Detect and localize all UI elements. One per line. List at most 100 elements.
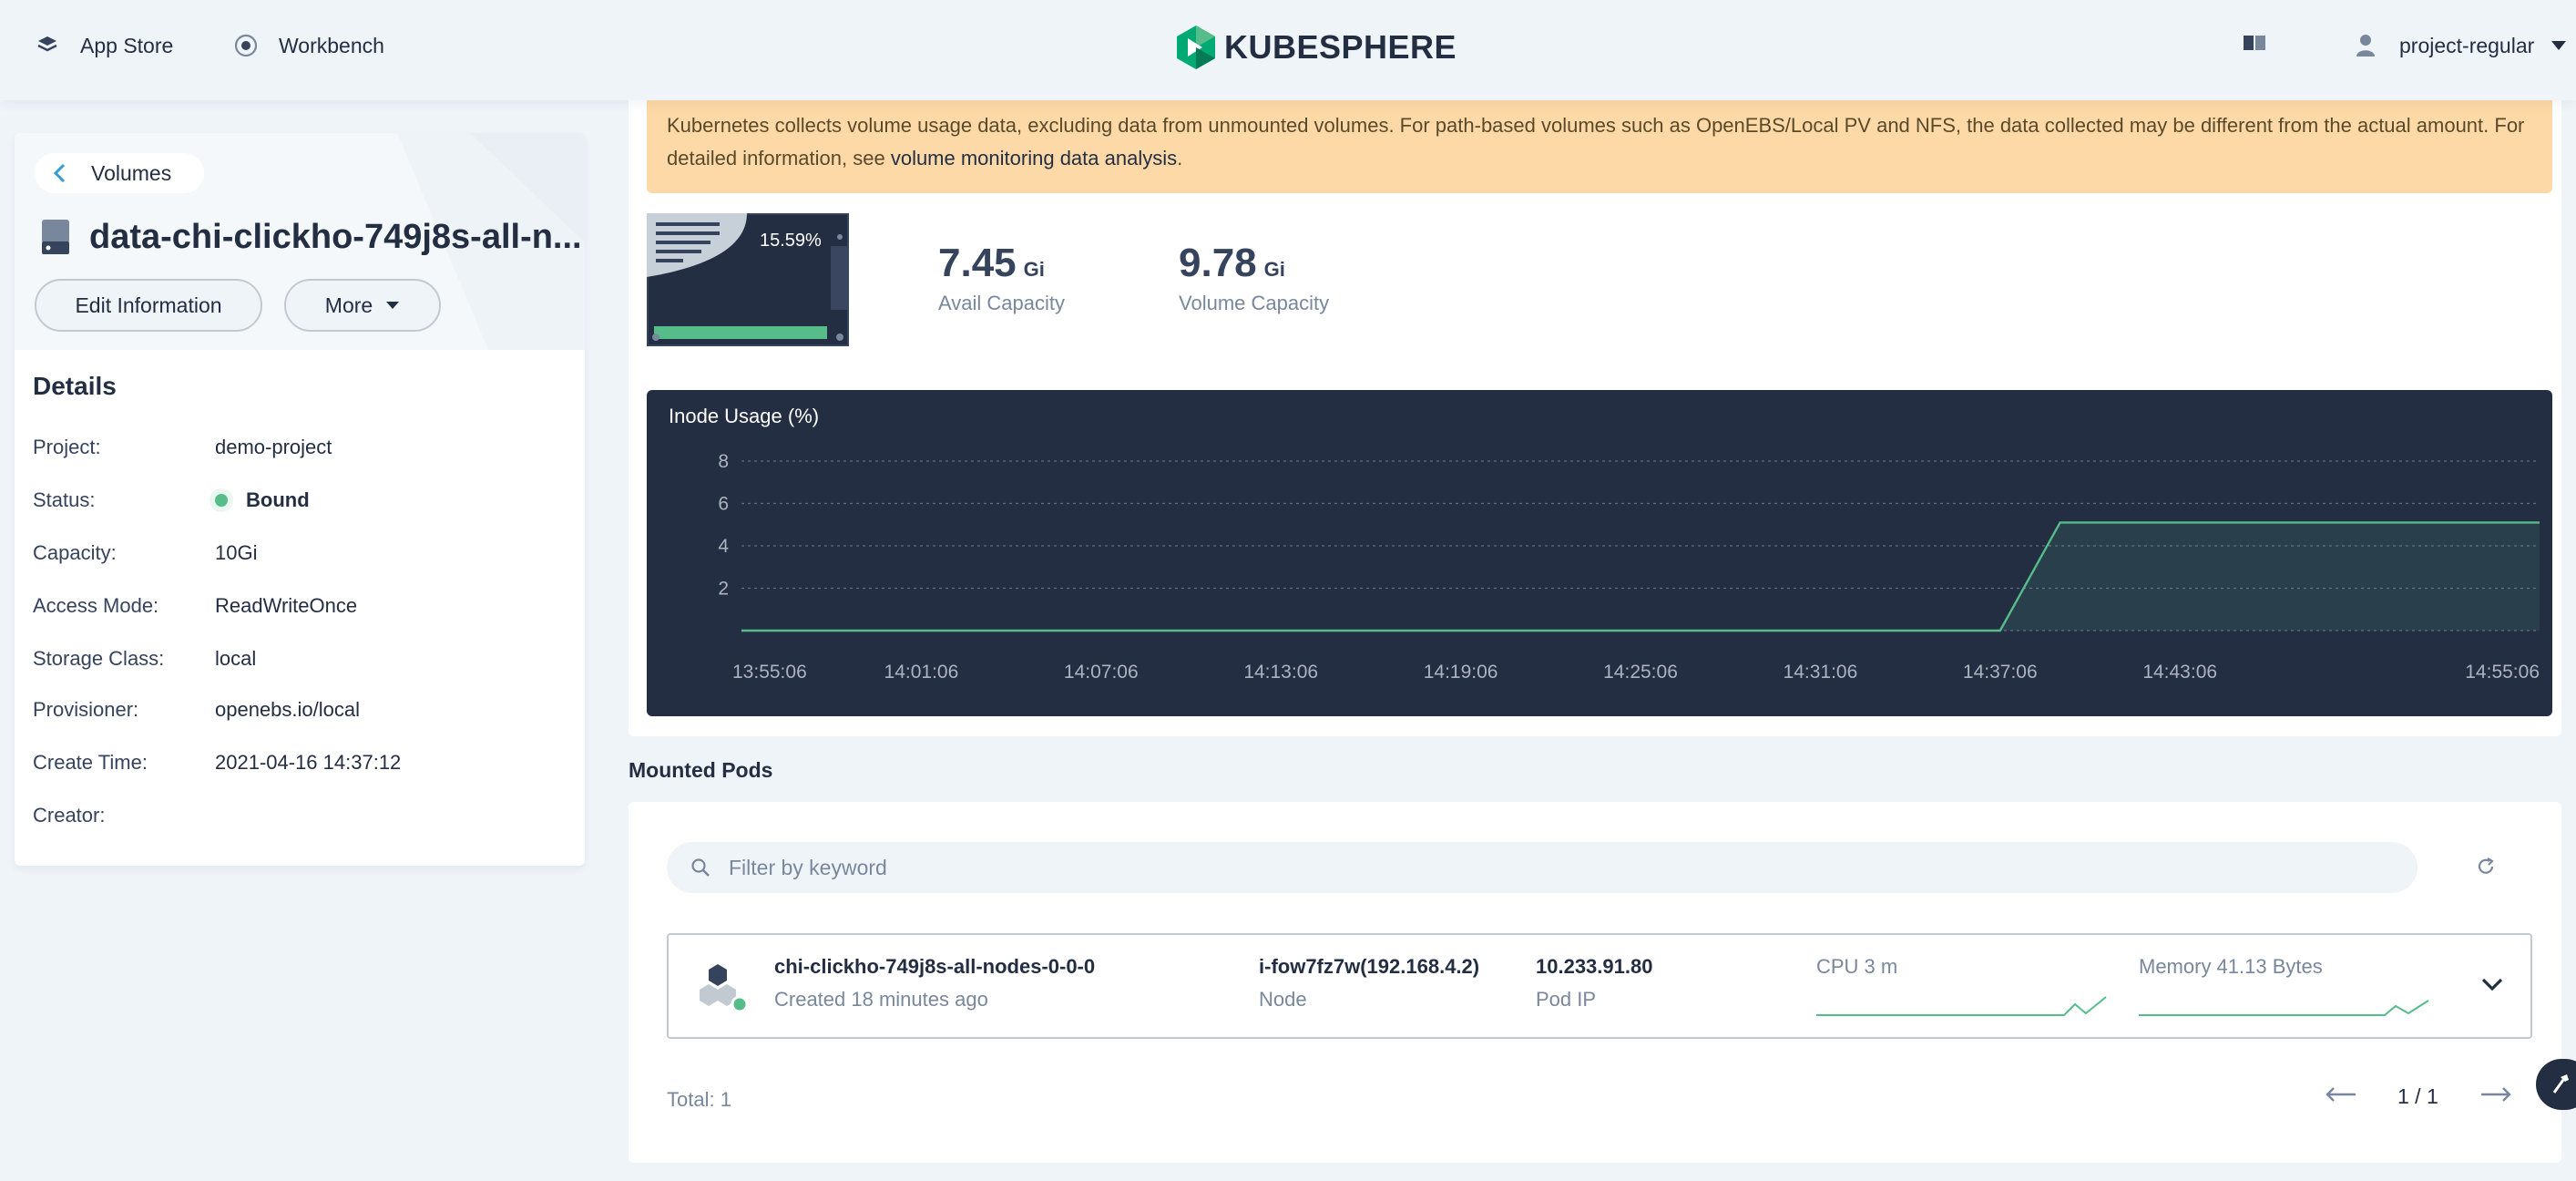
- workbench-link[interactable]: Workbench: [233, 27, 384, 64]
- detail-key: Capacity:: [33, 541, 117, 564]
- x-tick-label: 14:43:06: [2142, 662, 2217, 683]
- detail-value: openebs.io/local: [215, 698, 361, 721]
- detail-row-storage-class: Storage Class: local: [33, 645, 256, 673]
- y-tick-label: 8: [718, 451, 729, 472]
- pod-search-bar[interactable]: [667, 842, 2418, 893]
- pod-name[interactable]: chi-clickho-749j8s-all-nodes-0-0-0: [774, 955, 1095, 979]
- cpu-sparkline: [1816, 996, 2107, 1016]
- detail-row-capacity: Capacity: 10Gi: [33, 539, 257, 567]
- x-tick-label: 14:55:06: [2465, 662, 2540, 683]
- volume-icon: [40, 218, 71, 256]
- edit-information-label: Edit Information: [75, 293, 222, 317]
- chevron-left-icon: [53, 163, 71, 183]
- detail-key: Status:: [33, 488, 96, 511]
- app-store-link[interactable]: App Store: [35, 27, 173, 64]
- avail-capacity-label: Avail Capacity: [938, 292, 1065, 314]
- detail-key: Create Time:: [33, 751, 148, 774]
- more-label: More: [324, 293, 373, 317]
- pod-row[interactable]: chi-clickho-749j8s-all-nodes-0-0-0 Creat…: [667, 933, 2532, 1039]
- user-name: project-regular: [2399, 33, 2535, 57]
- kubesphere-logo-icon: [1177, 26, 1215, 69]
- pod-node-label: Node: [1259, 988, 1307, 1011]
- caret-down-icon: [385, 301, 400, 310]
- app-store-icon: [35, 33, 60, 58]
- volume-header: Volumes data-chi-clickho-749j8s-all-n...…: [15, 133, 585, 350]
- volume-capacity-label: Volume Capacity: [1179, 292, 1330, 314]
- arrow-right-icon: [2479, 1084, 2512, 1108]
- pod-node: i-fow7fz7w(192.168.4.2): [1259, 955, 1480, 978]
- x-tick-label: 14:31:06: [1784, 662, 1858, 683]
- back-label: Volumes: [91, 160, 172, 185]
- x-tick-label: 14:01:06: [884, 662, 959, 683]
- detail-key: Provisioner:: [33, 698, 139, 721]
- edit-information-button[interactable]: Edit Information: [35, 279, 262, 332]
- detail-value: ReadWriteOnce: [215, 594, 358, 617]
- x-tick-label: 14:07:06: [1064, 662, 1139, 683]
- detail-key: Project:: [33, 436, 101, 458]
- detail-key: Access Mode:: [33, 594, 159, 617]
- usage-notice: Kubernetes collects volume usage data, e…: [647, 91, 2552, 193]
- prev-page-button[interactable]: [2325, 1084, 2357, 1109]
- avail-capacity-value: 7.45: [938, 241, 1017, 285]
- next-page-button[interactable]: [2479, 1084, 2512, 1109]
- detail-key: Storage Class:: [33, 647, 165, 670]
- hammer-icon: [2549, 1073, 2572, 1096]
- workbench-icon: [233, 33, 259, 58]
- pod-cpu-column: CPU 3 m: [1816, 955, 2108, 1019]
- search-icon: [690, 858, 710, 878]
- caret-down-icon: [2550, 40, 2567, 51]
- pod-memory-column: Memory 41.13 Bytes: [2139, 955, 2430, 1019]
- pod-icon: [700, 962, 751, 1018]
- x-tick-label: 14:19:06: [1424, 662, 1498, 683]
- memory-sparkline: [2139, 1000, 2429, 1016]
- detail-key: Creator:: [33, 804, 106, 827]
- mounted-pods-heading: Mounted Pods: [629, 758, 773, 782]
- arrow-left-icon: [2325, 1084, 2357, 1108]
- logo-text: KUBESPHERE: [1224, 28, 1457, 66]
- pod-ip: 10.233.91.80: [1536, 955, 1653, 978]
- y-tick-label: 6: [718, 494, 729, 515]
- search-input[interactable]: [729, 855, 2277, 880]
- refresh-icon: [2476, 857, 2496, 877]
- detail-value: Bound: [215, 488, 310, 512]
- total-count: Total: 1: [667, 1088, 731, 1111]
- inode-usage-plot: 2 4 6 8 13:55:06 14:01:06 14:07:06 14:13:06 14:1…: [718, 451, 2540, 683]
- pod-ip-column: 10.233.91.80 Pod IP: [1536, 955, 1652, 1012]
- top-navigation-bar: App Store Workbench KUBESPHERE project-r…: [0, 0, 2576, 100]
- app-store-label: App Store: [80, 33, 174, 57]
- volume-detail-panel: Volumes data-chi-clickho-749j8s-all-n...…: [15, 133, 585, 866]
- book-icon: [2243, 33, 2266, 58]
- kubesphere-logo[interactable]: KUBESPHERE: [1175, 22, 1457, 73]
- x-tick-label: 14:37:06: [1963, 662, 2038, 683]
- detail-value: local: [215, 647, 257, 670]
- user-menu[interactable]: project-regular: [2356, 27, 2567, 64]
- detail-value: demo-project: [215, 436, 332, 458]
- disk-usage-fill: [654, 326, 827, 339]
- back-to-volumes-button[interactable]: Volumes: [35, 153, 204, 193]
- series-area: [741, 522, 2540, 631]
- more-button[interactable]: More: [284, 279, 441, 332]
- detail-value: 10Gi: [215, 541, 258, 564]
- refresh-button[interactable]: [2472, 853, 2499, 880]
- docs-button[interactable]: [2243, 27, 2266, 64]
- status-value: Bound: [246, 488, 310, 511]
- chevron-down-icon[interactable]: [2481, 977, 2503, 991]
- detail-row-provisioner: Provisioner: openebs.io/local: [33, 696, 360, 724]
- y-tick-label: 2: [718, 579, 729, 600]
- detail-row-access-mode: Access Mode: ReadWriteOnce: [33, 592, 357, 620]
- volume-name: data-chi-clickho-749j8s-all-n...: [89, 217, 582, 256]
- detail-value: 2021-04-16 14:37:12: [215, 751, 402, 774]
- monitoring-analysis-link[interactable]: volume monitoring data analysis: [891, 147, 1177, 169]
- x-tick-label: 14:25:06: [1603, 662, 1678, 683]
- x-tick-label: 14:13:06: [1243, 662, 1318, 683]
- pod-memory: Memory 41.13 Bytes: [2139, 955, 2323, 978]
- page-indicator: 1 / 1: [2397, 1084, 2438, 1108]
- detail-row-creator: Creator:: [33, 802, 215, 829]
- inode-usage-chart: Inode Usage (%) 2 4 6 8 13:55:06 14:01:06 14:0…: [647, 390, 2552, 716]
- pod-name-column: chi-clickho-749j8s-all-nodes-0-0-0 Creat…: [774, 955, 1095, 1012]
- detail-row-create-time: Create Time: 2021-04-16 14:37:12: [33, 749, 401, 776]
- volume-title: data-chi-clickho-749j8s-all-n...: [40, 211, 582, 262]
- avail-capacity-metric: 7.45 Gi Avail Capacity: [938, 241, 1065, 315]
- detail-row-status: Status: Bound: [33, 487, 310, 514]
- y-tick-label: 4: [718, 536, 729, 557]
